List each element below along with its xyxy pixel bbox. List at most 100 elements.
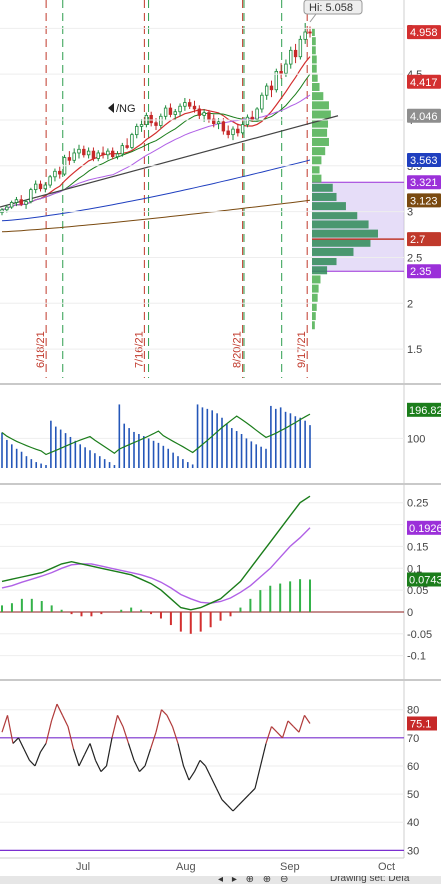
- macd-histogram-bar: [269, 585, 272, 612]
- price-badge: 3.321: [407, 175, 441, 190]
- volume-bar: [182, 459, 184, 468]
- candle-body: [284, 63, 288, 74]
- month-label: Jul: [76, 861, 90, 873]
- macd-histogram-bar: [279, 583, 282, 612]
- candle-body: [67, 157, 72, 161]
- candle-body: [289, 49, 293, 65]
- volume-bar: [265, 448, 267, 468]
- candle-body: [101, 152, 105, 156]
- symbol-label: /NG: [116, 103, 136, 115]
- volume-bar: [216, 413, 218, 468]
- volume-bar: [74, 440, 77, 468]
- volume-profile-bar: [312, 202, 346, 211]
- volume-bar: [40, 463, 42, 468]
- rsi-tick-label: 40: [407, 817, 419, 829]
- volume-bar: [54, 426, 57, 468]
- volume-profile-bar: [312, 266, 328, 275]
- scroll-left-icon[interactable]: ◂: [218, 876, 223, 884]
- price-badge-label: 2.7: [410, 234, 425, 246]
- volume-profile-bar: [312, 293, 318, 302]
- candle-body: [115, 153, 120, 158]
- candle-body: [264, 85, 269, 96]
- volume-bar: [235, 431, 238, 468]
- volume-bar: [221, 417, 223, 468]
- volume-bar: [177, 456, 179, 468]
- macd-histogram-bar: [140, 609, 143, 612]
- chart-nav-buttons: ◂ ▸ ⊕ ⊕ ⊖: [218, 876, 294, 884]
- candle-body: [236, 128, 240, 134]
- candle-body: [91, 150, 96, 159]
- rsi-tick-label: 70: [407, 733, 419, 745]
- volume-bar: [289, 413, 292, 468]
- candle-body: [120, 145, 125, 155]
- price-badge: 2.7: [407, 232, 441, 247]
- volume-bar: [196, 404, 199, 468]
- candle-body: [250, 116, 254, 120]
- macd-histogram-bar: [30, 598, 33, 612]
- volume-bar: [123, 423, 126, 468]
- price-badge-label: 4.046: [410, 111, 438, 123]
- macd-tick-label: -0.1: [407, 651, 426, 663]
- zoom-out-icon[interactable]: ⊖: [280, 876, 288, 884]
- macd-histogram-bar: [229, 611, 232, 617]
- volume-bar: [128, 428, 130, 468]
- volume-bar: [113, 465, 116, 468]
- rsi-badge: 75.1: [407, 716, 437, 731]
- volume-bar: [309, 425, 311, 468]
- candle-body: [293, 49, 298, 58]
- volume-bar: [69, 436, 72, 468]
- macd-panel-bg: [0, 490, 404, 662]
- rsi-tick-label: 50: [407, 789, 419, 801]
- candle-body: [19, 199, 23, 205]
- volume-profile-bar: [312, 312, 316, 321]
- volume-profile-bar: [312, 156, 322, 165]
- candle-body: [279, 71, 283, 74]
- candle-body: [192, 105, 197, 110]
- volume-bar: [299, 417, 302, 468]
- candle-body: [173, 111, 177, 115]
- candle-body: [183, 102, 187, 107]
- volume-bar: [15, 448, 18, 468]
- volume-profile-bar: [312, 37, 316, 46]
- candle-body: [240, 124, 245, 134]
- macd-histogram-bar: [90, 611, 93, 617]
- pan-icon[interactable]: ⊕: [246, 876, 254, 884]
- price-badge: 2.35: [407, 264, 441, 279]
- candle-body: [202, 112, 206, 116]
- drawing-set-label[interactable]: Drawing set: Defa: [330, 876, 409, 884]
- scroll-right-icon[interactable]: ▸: [232, 876, 237, 884]
- zoom-in-icon[interactable]: ⊕: [263, 876, 271, 884]
- volume-profile-bar: [312, 275, 321, 284]
- volume-bar: [274, 408, 277, 468]
- volume-bar: [79, 444, 82, 468]
- candle-body: [221, 121, 226, 132]
- volume-profile-bar: [312, 101, 329, 110]
- macd-histogram-bar: [239, 607, 242, 612]
- macd-tick-label: 0.05: [407, 585, 428, 597]
- candle-body: [125, 145, 129, 148]
- volume-profile-bar: [312, 257, 337, 266]
- month-label: Oct: [378, 861, 395, 873]
- volume-profile-bar: [312, 27, 315, 36]
- price-badge: 4.046: [407, 108, 441, 123]
- volume-bar: [186, 462, 189, 468]
- volume-bar: [255, 444, 258, 468]
- macd-histogram-bar: [299, 579, 302, 612]
- candle-body: [269, 85, 274, 91]
- candle-body: [163, 107, 168, 117]
- candle-body: [226, 130, 230, 136]
- volume-bar: [304, 420, 306, 468]
- macd-tick-label: 0: [407, 607, 413, 619]
- volume-profile-bar: [312, 73, 318, 82]
- volume-profile-bar: [312, 110, 331, 119]
- macd-badge: 0.1926: [407, 520, 441, 535]
- volume-profile-bar: [312, 64, 317, 73]
- candle-body: [197, 108, 202, 116]
- chart-footer-toolbar: ◂ ▸ ⊕ ⊕ ⊖ Drawing set: Defa: [0, 876, 441, 884]
- candle-body: [14, 199, 19, 203]
- candle-body: [178, 105, 182, 113]
- volume-profile-bar: [312, 321, 315, 330]
- volume-bar: [98, 456, 101, 468]
- candle-body: [245, 116, 250, 125]
- volume-profile-bar: [312, 284, 319, 293]
